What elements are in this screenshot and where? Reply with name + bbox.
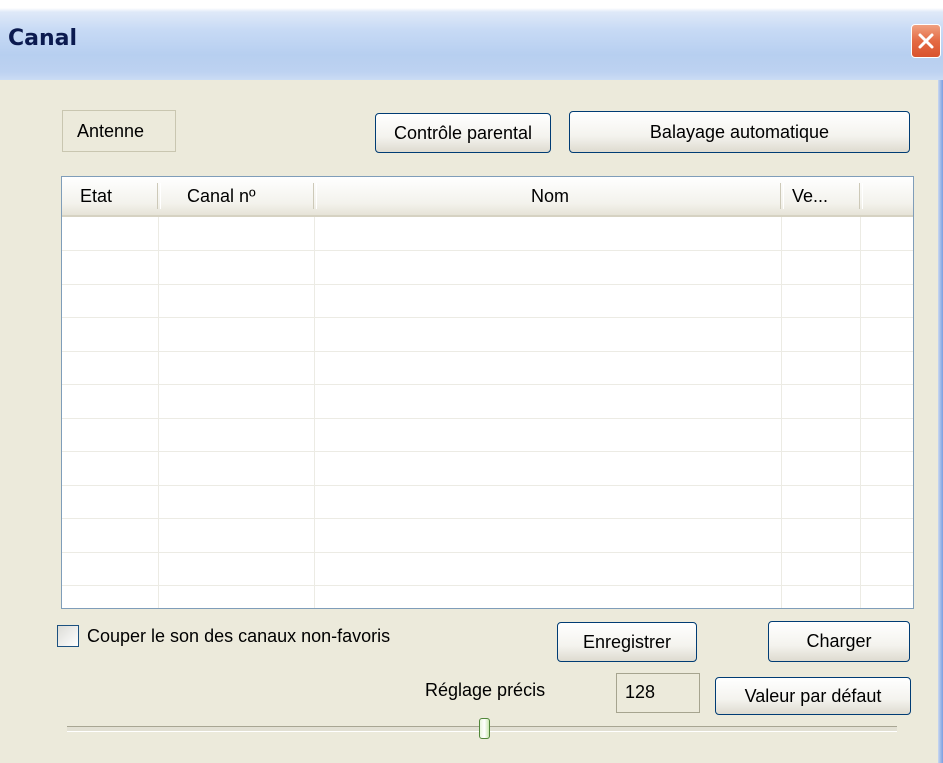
row-grid-line — [62, 552, 913, 553]
column-separator[interactable] — [157, 183, 161, 209]
parental-control-button[interactable]: Contrôle parental — [375, 113, 551, 153]
mute-checkbox-label: Couper le son des canaux non-favoris — [87, 625, 391, 646]
save-button[interactable]: Enregistrer — [557, 622, 697, 662]
column-separator[interactable] — [780, 183, 784, 209]
source-label: Antenne — [62, 110, 176, 152]
row-grid-line — [62, 351, 913, 352]
column-separator[interactable] — [313, 183, 317, 209]
window-border — [938, 80, 943, 763]
channel-list[interactable]: Etat Canal nº Nom Ve... — [61, 176, 914, 609]
window-title: Canal — [8, 26, 78, 51]
grid-line — [158, 217, 159, 608]
row-grid-line — [62, 451, 913, 452]
canal-dialog: Canal Antenne Contrôle parental Balayage… — [0, 0, 943, 763]
close-icon — [917, 32, 935, 50]
column-header-version[interactable]: Ve... — [792, 177, 862, 215]
row-grid-line — [62, 317, 913, 318]
mute-checkbox[interactable] — [57, 625, 79, 647]
column-separator[interactable] — [859, 183, 863, 209]
grid-line — [781, 217, 782, 608]
column-header-canal[interactable]: Canal nº — [187, 177, 307, 215]
fine-tuning-label: Réglage précis — [425, 680, 546, 700]
row-grid-line — [62, 485, 913, 486]
row-grid-line — [62, 284, 913, 285]
load-button[interactable]: Charger — [768, 621, 910, 662]
auto-scan-button[interactable]: Balayage automatique — [569, 111, 910, 153]
list-body[interactable] — [62, 217, 913, 608]
row-grid-line — [62, 518, 913, 519]
row-grid-line — [62, 384, 913, 385]
list-header: Etat Canal nº Nom Ve... — [62, 177, 913, 217]
default-value-button[interactable]: Valeur par défaut — [715, 677, 911, 715]
grid-line — [860, 217, 861, 608]
close-button[interactable] — [911, 24, 941, 58]
column-header-etat[interactable]: Etat — [80, 177, 160, 215]
fine-tuning-value: 128 — [616, 673, 700, 713]
mute-non-favorites-option[interactable]: Couper le son des canaux non-favoris — [57, 624, 390, 648]
row-grid-line — [62, 585, 913, 586]
grid-line — [314, 217, 315, 608]
row-grid-line — [62, 250, 913, 251]
title-bar[interactable]: Canal — [0, 0, 943, 80]
row-grid-line — [62, 418, 913, 419]
fine-tuning-slider-thumb[interactable] — [479, 718, 490, 739]
column-header-nom[interactable]: Nom — [318, 177, 782, 215]
